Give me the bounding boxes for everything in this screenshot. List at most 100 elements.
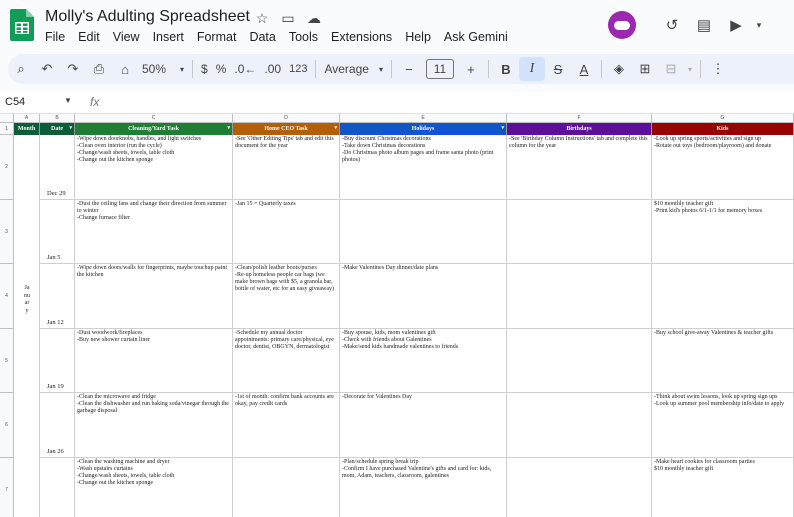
holidays-cell[interactable]: -Make Valentines Day dinner/date plans [340, 264, 507, 329]
merge-cells-icon[interactable]: ⊟ [658, 57, 684, 81]
menu-view[interactable]: View [113, 30, 140, 44]
more-options-icon[interactable]: ⋮ [705, 57, 731, 81]
cleaning-cell[interactable]: -Clean the washing machine and dryer -Wa… [75, 457, 233, 517]
header-birthdays[interactable]: Birthdays [507, 123, 652, 135]
redo-icon[interactable]: ↷ [60, 57, 86, 81]
row-header[interactable]: 7 [0, 457, 14, 517]
ceo-cell[interactable]: -Clean/polish leather boots/purses -Re-u… [233, 264, 340, 329]
filter-icon[interactable]: ▾ [501, 123, 504, 135]
cleaning-cell[interactable]: -Dust woodwork/fireplaces -Buy new showe… [75, 328, 233, 393]
date-cell[interactable]: Dec 29 [40, 135, 75, 200]
row-header-1[interactable]: 1 [0, 123, 14, 135]
cloud-status-icon[interactable]: ☁ [305, 10, 323, 27]
chevron-down-icon[interactable]: ▼ [64, 96, 72, 105]
menu-insert[interactable]: Insert [153, 30, 184, 44]
menu-file[interactable]: File [45, 30, 65, 44]
font-select[interactable]: Average ▾ [320, 57, 387, 81]
move-folder-icon[interactable]: ▭ [279, 10, 297, 27]
birthdays-cell[interactable]: -See 'Birthday Column Instructions' tab … [507, 135, 652, 200]
date-cell[interactable]: Jan 12 [40, 264, 75, 329]
column-header-c[interactable]: C [75, 114, 233, 123]
holidays-cell[interactable]: -Buy discount Christmas decorations -Tak… [340, 135, 507, 200]
cleaning-cell[interactable]: -Clean the microwave and fridge -Clean t… [75, 393, 233, 458]
cleaning-cell[interactable]: -Wipe down doors/walls for fingerprints,… [75, 264, 233, 329]
filter-icon[interactable]: ▾ [69, 123, 72, 135]
print-icon[interactable]: ⎙ [86, 57, 112, 81]
birthdays-cell[interactable] [507, 328, 652, 393]
header-ceo[interactable]: Home CEO Task ▾ [233, 123, 340, 135]
cleaning-cell[interactable]: -Wipe down doorknobs, handles, and light… [75, 135, 233, 200]
row-header[interactable]: 2 [0, 135, 14, 200]
birthdays-cell[interactable] [507, 199, 652, 264]
kids-cell[interactable]: -Make heart cookies for classroom partie… [652, 457, 794, 517]
search-icon[interactable]: ⌕ [8, 57, 34, 81]
row-header[interactable]: 5 [0, 328, 14, 393]
ceo-cell[interactable]: -1st of month: confirm bank accounts are… [233, 393, 340, 458]
ceo-cell[interactable]: -See 'Other Editing Tips' tab and edit t… [233, 135, 340, 200]
history-icon[interactable]: ↺ [656, 16, 688, 34]
menu-ask-gemini[interactable]: Ask Gemini [444, 30, 508, 44]
borders-icon[interactable]: ⊞ [632, 57, 658, 81]
holidays-cell[interactable] [340, 199, 507, 264]
birthdays-cell[interactable] [507, 393, 652, 458]
header-cleaning[interactable]: Cleaning/Yard Task ▾ [75, 123, 233, 135]
paint-format-icon[interactable]: ⌂ [112, 57, 138, 81]
date-cell[interactable]: Jan 19 [40, 328, 75, 393]
filter-icon[interactable]: ▾ [227, 123, 230, 135]
menu-format[interactable]: Format [197, 30, 237, 44]
filter-icon[interactable]: ▾ [334, 123, 337, 135]
currency-button[interactable]: $ [197, 57, 212, 81]
cleaning-cell[interactable]: -Dust the ceiling fans and change their … [75, 199, 233, 264]
fill-color-icon[interactable]: ◈ [606, 57, 632, 81]
birthdays-cell[interactable] [507, 457, 652, 517]
row-header[interactable]: 4 [0, 264, 14, 329]
kids-cell[interactable]: -Think about swim lessons, look up sprin… [652, 393, 794, 458]
menu-data[interactable]: Data [249, 30, 275, 44]
holidays-cell[interactable]: -Plan/schedule spring break trip -Confir… [340, 457, 507, 517]
select-all-corner[interactable] [0, 114, 14, 123]
increase-font-size-icon[interactable]: + [458, 57, 484, 81]
kids-cell[interactable]: -Look up spring sports/activities and si… [652, 135, 794, 200]
ceo-cell[interactable]: -Schedule my annual doctor appointments:… [233, 328, 340, 393]
star-icon[interactable]: ☆ [253, 10, 271, 27]
number-format-button[interactable]: 123 [285, 57, 311, 81]
font-size-input[interactable]: 11 [425, 59, 454, 79]
menu-tools[interactable]: Tools [289, 30, 318, 44]
menu-extensions[interactable]: Extensions [331, 30, 392, 44]
decrease-font-size-icon[interactable]: − [396, 57, 422, 81]
menu-edit[interactable]: Edit [78, 30, 100, 44]
zoom-select[interactable]: 50% ▾ [138, 57, 188, 81]
date-cell[interactable]: Jan 26 [40, 393, 75, 458]
undo-icon[interactable]: ↶ [34, 57, 60, 81]
holidays-cell[interactable]: -Decorate for Valentines Day [340, 393, 507, 458]
birthdays-cell[interactable] [507, 264, 652, 329]
percent-button[interactable]: % [212, 57, 231, 81]
kids-cell[interactable] [652, 264, 794, 329]
chevron-down-icon[interactable]: ▾ [752, 20, 766, 31]
column-header-e[interactable]: E [340, 114, 507, 123]
column-header-d[interactable]: D [233, 114, 340, 123]
column-header-g[interactable]: G [652, 114, 794, 123]
comments-icon[interactable]: ▤ [688, 16, 720, 34]
spreadsheet-grid[interactable]: A B C D E F G 1 Month Date ▾ Cleaning/Yar… [0, 114, 794, 517]
column-header-a[interactable]: A [14, 114, 40, 123]
header-kids[interactable]: Kids [652, 123, 794, 135]
meet-icon[interactable]: ▶ [720, 16, 752, 34]
header-holidays[interactable]: Holidays ▾ [340, 123, 507, 135]
column-header-b[interactable]: B [40, 114, 75, 123]
header-date[interactable]: Date ▾ [40, 123, 75, 135]
gemini-avatar-button[interactable] [608, 11, 636, 39]
header-month[interactable]: Month [14, 123, 40, 135]
ceo-cell[interactable] [233, 457, 340, 517]
month-cell[interactable]: January [14, 135, 40, 517]
increase-decimal-button[interactable]: .00 [260, 57, 285, 81]
bold-button[interactable]: B [493, 57, 519, 81]
decrease-decimal-button[interactable]: .0← [230, 57, 260, 81]
kids-cell[interactable]: -Buy school give-away Valentines & teach… [652, 328, 794, 393]
text-color-button[interactable]: A [571, 57, 597, 81]
ceo-cell[interactable]: -Jan 15 = Quarterly taxes [233, 199, 340, 264]
italic-button[interactable]: I [518, 57, 545, 81]
document-title[interactable]: Molly's Adulting Spreadsheet [45, 8, 250, 26]
sheets-logo-icon[interactable] [10, 9, 34, 41]
date-cell[interactable]: Jan 5 [40, 199, 75, 264]
